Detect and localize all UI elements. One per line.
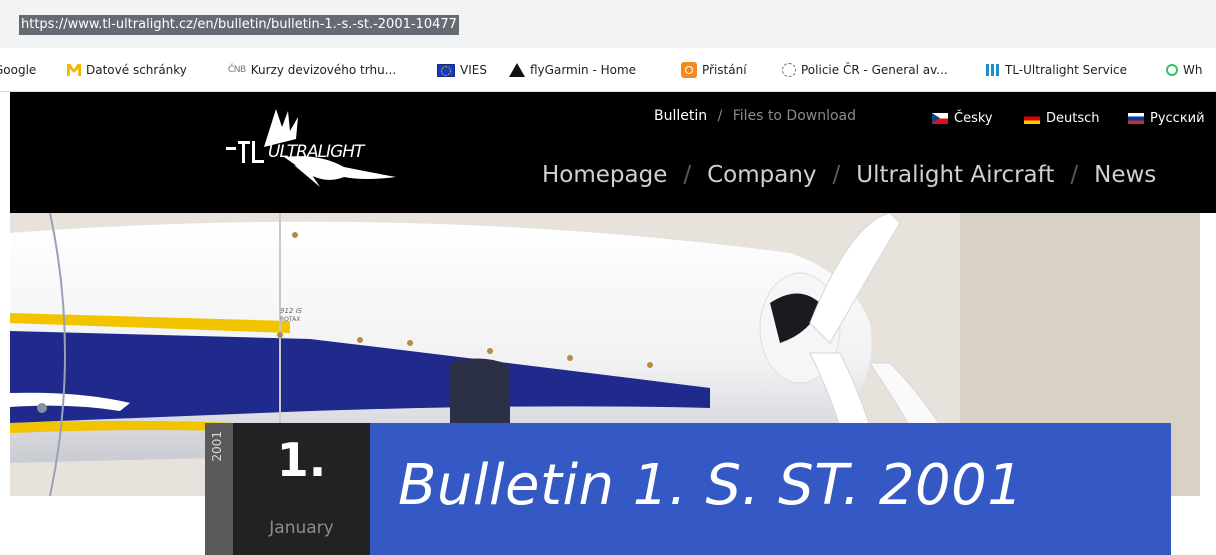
police-icon — [782, 63, 796, 77]
bookmark-vies[interactable]: VIES — [437, 61, 487, 79]
url-field[interactable]: https://www.tl-ultralight.cz/en/bulletin… — [10, 9, 1206, 41]
bookmark-flygarmin[interactable]: flyGarmin - Home — [509, 61, 636, 79]
article-title: Bulletin 1. S. ST. 2001 — [398, 453, 1024, 518]
bookmark-label: TL-Ultralight Service — [1005, 63, 1128, 77]
nav-news[interactable]: News — [1094, 162, 1156, 188]
svg-text:ROTAX: ROTAX — [280, 316, 300, 323]
russian-flag-icon — [1128, 112, 1144, 124]
bulletin-link[interactable]: Bulletin — [654, 108, 707, 124]
bookmark-google[interactable]: Google — [0, 61, 36, 79]
bookmark-policie[interactable]: Policie ČR - General av... — [782, 61, 948, 79]
tl-service-icon — [986, 64, 1000, 76]
bookmark-tl-service[interactable]: TL-Ultralight Service — [986, 61, 1127, 79]
language-label: Русский — [1150, 110, 1205, 126]
eu-flag-icon — [437, 63, 455, 77]
german-flag-icon — [1024, 112, 1040, 124]
site-header: ULTRALIGHT Bulletin / Files to Download … — [10, 92, 1216, 213]
language-deutsch[interactable]: Deutsch — [1024, 110, 1100, 126]
article-year: 2001 — [205, 423, 233, 555]
bookmark-label: Policie ČR - General av... — [801, 63, 948, 77]
bookmark-whatsapp[interactable]: Wh — [1166, 61, 1202, 79]
bookmark-label: Google — [0, 63, 37, 77]
bookmark-pristani[interactable]: Přistání — [681, 61, 747, 79]
language-russian[interactable]: Русский — [1128, 110, 1205, 126]
files-download-link[interactable]: Files to Download — [733, 108, 856, 124]
cnb-icon: ČNB — [228, 65, 246, 75]
language-label: Deutsch — [1046, 110, 1100, 126]
nav-separator: / — [1070, 162, 1079, 188]
bookmark-datove-schranky[interactable]: Datové schránky — [67, 61, 187, 79]
svg-text:ULTRALIGHT: ULTRALIGHT — [268, 142, 366, 162]
top-links-separator: / — [717, 108, 723, 124]
date-day: 1. — [276, 433, 327, 487]
article-title-banner: Bulletin 1. S. ST. 2001 — [370, 423, 1171, 555]
bookmark-label: flyGarmin - Home — [530, 63, 637, 77]
nav-separator: / — [683, 162, 692, 188]
mailbox-icon — [67, 64, 81, 76]
nav-company[interactable]: Company — [707, 162, 816, 188]
whatsapp-icon — [1166, 64, 1178, 76]
date-month: January — [269, 518, 334, 538]
address-bar: https://www.tl-ultralight.cz/en/bulletin… — [0, 0, 1216, 48]
garmin-triangle-icon — [509, 63, 525, 77]
ultralight-logo[interactable]: ULTRALIGHT — [224, 107, 404, 189]
bookmarks-bar: Google Datové schránky ČNB Kurzy devizov… — [0, 48, 1216, 92]
nav-homepage[interactable]: Homepage — [542, 162, 667, 188]
nav-ultralight-aircraft[interactable]: Ultralight Aircraft — [856, 162, 1054, 188]
url-text[interactable]: https://www.tl-ultralight.cz/en/bulletin… — [19, 15, 459, 35]
language-cesky[interactable]: Česky — [932, 110, 993, 126]
bookmark-label: Datové schránky — [86, 63, 187, 77]
article-date: 1. January — [233, 423, 370, 555]
main-navigation: Homepage / Company / Ultralight Aircraft / New… — [542, 162, 1156, 198]
bookmark-label: VIES — [460, 63, 487, 77]
bookmark-label: Wh — [1183, 63, 1203, 77]
language-label: Česky — [954, 110, 993, 126]
bookmark-label: Přistání — [702, 63, 747, 77]
year-label: 2001 — [210, 431, 224, 462]
top-links: Bulletin / Files to Download — [654, 108, 856, 126]
bookmark-kurzy[interactable]: ČNB Kurzy devizového trhu... — [228, 61, 396, 79]
eagle-logo-icon: ULTRALIGHT — [226, 109, 396, 187]
bookmark-label: Kurzy devizového trhu... — [250, 63, 397, 77]
nav-separator: / — [832, 162, 841, 188]
svg-text:912 iS: 912 iS — [280, 307, 303, 315]
landing-icon — [681, 62, 697, 78]
czech-flag-icon — [932, 112, 948, 124]
